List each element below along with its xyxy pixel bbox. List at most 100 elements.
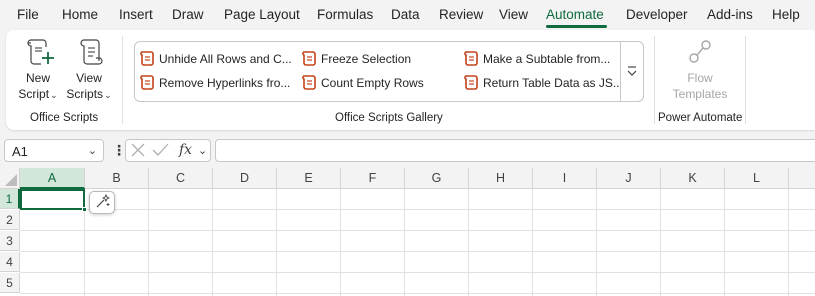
power-automate-group-label: Power Automate: [658, 112, 743, 124]
group-separator: [654, 36, 655, 124]
gallery-item-unhide-all-rows[interactable]: Unhide All Rows and C...: [139, 51, 292, 67]
tab-review[interactable]: Review: [439, 7, 483, 22]
gridline: [212, 189, 213, 296]
gallery-item-count-empty-rows[interactable]: Count Empty Rows: [301, 75, 424, 91]
chevron-down-icon[interactable]: ⌄: [88, 144, 97, 157]
flow-templates-button[interactable]: Flow Templates: [668, 36, 732, 102]
group-separator: [745, 36, 746, 124]
gallery-item-label: Count Empty Rows: [321, 76, 424, 90]
office-scripts-group-label: Office Scripts: [30, 112, 99, 124]
script-icon: [140, 75, 154, 90]
column-header-f[interactable]: F: [341, 168, 405, 189]
gridline: [724, 189, 725, 296]
column-header-m-partial[interactable]: [789, 168, 815, 189]
tab-developer[interactable]: Developer: [626, 7, 688, 22]
column-header-b[interactable]: B: [85, 168, 149, 189]
row-header-2[interactable]: 2: [0, 210, 20, 230]
tab-add-ins[interactable]: Add-ins: [707, 7, 753, 22]
ribbon: New Script⌄ View Scripts⌄ Office Scripts…: [6, 30, 815, 130]
chevron-down-icon[interactable]: ⌄: [198, 144, 207, 157]
new-script-label-line2: Script: [18, 87, 50, 101]
fill-handle[interactable]: [82, 207, 87, 212]
sparkle-wand-icon: [96, 193, 111, 208]
view-scripts-icon: [80, 39, 103, 65]
tab-file[interactable]: File: [17, 7, 39, 22]
gridline: [788, 189, 789, 296]
column-header-i[interactable]: I: [533, 168, 597, 189]
select-all-icon: [5, 174, 17, 186]
tab-data[interactable]: Data: [391, 7, 420, 22]
script-icon: [464, 75, 478, 90]
enter-check-icon[interactable]: [152, 143, 169, 156]
gallery-more-button[interactable]: [620, 41, 644, 102]
select-all-corner[interactable]: [0, 168, 20, 189]
name-box-value: A1: [12, 144, 28, 159]
row-header-5[interactable]: 5: [0, 273, 20, 293]
menu-bar: File Home Insert Draw Page Layout Formul…: [0, 0, 815, 29]
gridline: [340, 189, 341, 296]
gridline: [20, 209, 815, 210]
tab-draw[interactable]: Draw: [172, 7, 204, 22]
selected-cell-a1[interactable]: [20, 189, 85, 210]
row-header-3[interactable]: 3: [0, 231, 20, 251]
active-tab-indicator: [546, 25, 607, 28]
column-header-d[interactable]: D: [213, 168, 277, 189]
tab-insert[interactable]: Insert: [119, 7, 153, 22]
formula-controls: fx ⌄: [125, 139, 211, 162]
cancel-icon[interactable]: [131, 143, 145, 157]
column-header-e[interactable]: E: [277, 168, 341, 189]
tab-help[interactable]: Help: [772, 7, 800, 22]
gridline: [20, 251, 815, 252]
view-scripts-button[interactable]: View Scripts⌄: [64, 36, 114, 103]
flow-templates-label-line1: Flow: [687, 71, 713, 85]
gridline: [532, 189, 533, 296]
gridline: [660, 189, 661, 296]
gallery-item-return-table-data[interactable]: Return Table Data as JS...: [463, 75, 623, 91]
column-header-a[interactable]: A: [20, 168, 85, 189]
group-separator: [122, 36, 123, 124]
flow-icon: [689, 40, 711, 63]
tab-home[interactable]: Home: [62, 7, 98, 22]
column-header-h[interactable]: H: [469, 168, 533, 189]
new-script-label-line1: New: [25, 71, 50, 85]
row-header-4[interactable]: 4: [0, 252, 20, 272]
new-script-button[interactable]: New Script⌄: [14, 36, 62, 103]
gridline: [148, 189, 149, 296]
chevron-down-icon: ⌄: [50, 90, 58, 100]
tab-view[interactable]: View: [499, 7, 528, 22]
script-icon: [302, 75, 316, 90]
row-header-1[interactable]: 1: [0, 189, 20, 209]
gridline: [20, 230, 815, 231]
quick-analysis-button[interactable]: [89, 191, 115, 214]
name-box[interactable]: A1 ⌄: [4, 139, 104, 162]
column-header-c[interactable]: C: [149, 168, 213, 189]
tab-formulas[interactable]: Formulas: [317, 7, 373, 22]
gallery-item-label: Unhide All Rows and C...: [159, 52, 292, 66]
column-header-j[interactable]: J: [597, 168, 661, 189]
gallery-group-label: Office Scripts Gallery: [335, 112, 443, 124]
script-icon: [464, 51, 478, 66]
gallery-item-label: Make a Subtable from...: [483, 52, 611, 66]
insert-function-button[interactable]: fx: [179, 142, 192, 158]
gridline: [20, 293, 815, 294]
gallery-item-label: Remove Hyperlinks fro...: [159, 76, 291, 90]
tab-automate[interactable]: Automate: [546, 7, 604, 22]
gallery-item-make-subtable[interactable]: Make a Subtable from...: [463, 51, 610, 67]
gallery-item-freeze-selection[interactable]: Freeze Selection: [301, 51, 411, 67]
column-header-l[interactable]: L: [725, 168, 789, 189]
tab-page-layout[interactable]: Page Layout: [224, 7, 300, 22]
expand-gallery-icon: [627, 66, 637, 76]
gridline: [276, 189, 277, 296]
gallery-item-label: Freeze Selection: [321, 52, 412, 66]
column-header-k[interactable]: K: [661, 168, 725, 189]
script-icon: [302, 51, 316, 66]
gallery-item-remove-hyperlinks[interactable]: Remove Hyperlinks fro...: [139, 75, 290, 91]
new-script-icon: [27, 39, 54, 65]
gridline: [468, 189, 469, 296]
more-options-icon[interactable]: ⋮: [112, 142, 126, 159]
column-header-g[interactable]: G: [405, 168, 469, 189]
gridline: [404, 189, 405, 296]
formula-input[interactable]: [215, 139, 815, 162]
view-scripts-label-line1: View: [76, 71, 102, 85]
flow-templates-label-line2: Templates: [672, 87, 728, 101]
